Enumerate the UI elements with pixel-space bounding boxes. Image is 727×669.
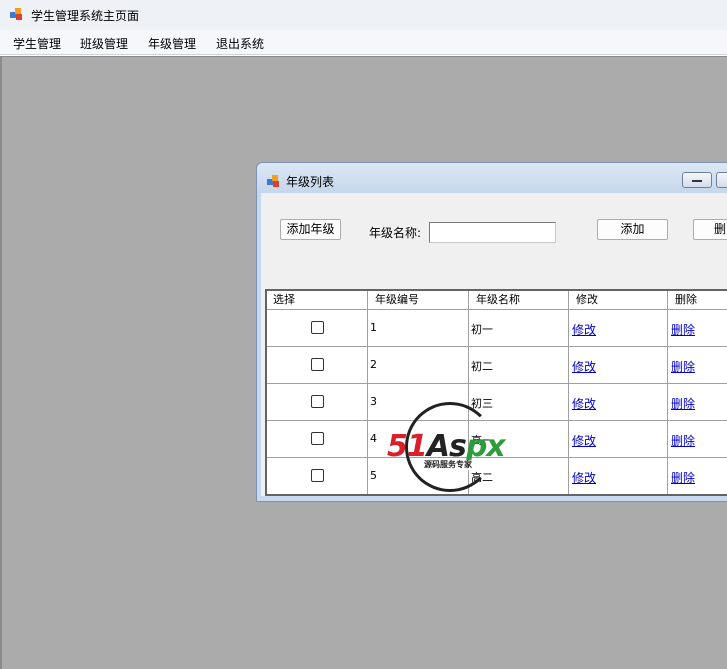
delete-link[interactable]: 删除 xyxy=(671,432,695,449)
minimize-button[interactable] xyxy=(682,172,712,188)
delete-link[interactable]: 删除 xyxy=(671,395,695,412)
add-button[interactable]: 添加 xyxy=(597,219,668,240)
grade-id-cell: 2 xyxy=(368,347,469,384)
grade-list-title-bar[interactable]: 年级列表 xyxy=(257,163,727,193)
minimize-icon xyxy=(692,180,702,182)
grade-list-title: 年级列表 xyxy=(286,175,335,189)
edit-link[interactable]: 修改 xyxy=(572,469,596,486)
edit-cell: 修改 xyxy=(569,347,668,384)
edit-cell: 修改 xyxy=(569,310,668,347)
delete-cell: 删除 xyxy=(668,421,727,458)
grade-id-cell: 5 xyxy=(368,458,469,494)
row-select-checkbox[interactable] xyxy=(311,395,324,408)
main-title-bar: 学生管理系统主页面 xyxy=(0,0,727,30)
edit-link[interactable]: 修改 xyxy=(572,321,596,338)
maximize-button[interactable] xyxy=(716,172,727,188)
edit-cell: 修改 xyxy=(569,421,668,458)
column-header-grade-id[interactable]: 年级编号 xyxy=(368,291,469,310)
edit-link[interactable]: 修改 xyxy=(572,395,596,412)
grade-name: 高二 xyxy=(471,471,493,484)
app-window-icon xyxy=(267,175,281,188)
delete-link[interactable]: 删除 xyxy=(671,358,695,375)
table-row-select-cell xyxy=(267,458,368,494)
grade-id-cell: 1 xyxy=(368,310,469,347)
add-grade-button[interactable]: 添加年级 xyxy=(280,219,341,240)
main-window-title: 学生管理系统主页面 xyxy=(31,9,140,23)
delete-button[interactable]: 删 xyxy=(693,219,727,240)
table-row-select-cell xyxy=(267,310,368,347)
delete-link[interactable]: 删除 xyxy=(671,321,695,338)
menu-item-exit[interactable]: 退出系统 xyxy=(216,35,264,52)
grade-name: 初二 xyxy=(471,360,493,373)
grade-data-grid: 选择 年级编号 年级名称 修改 删除 1 初一 修改 删除 2 初二 修改 删除… xyxy=(265,289,727,496)
delete-cell: 删除 xyxy=(668,384,727,421)
edit-cell: 修改 xyxy=(569,384,668,421)
row-select-checkbox[interactable] xyxy=(311,432,324,445)
delete-link[interactable]: 删除 xyxy=(671,469,695,486)
grade-id-cell: 3 xyxy=(368,384,469,421)
grade-name: 初三 xyxy=(471,397,493,410)
column-header-edit[interactable]: 修改 xyxy=(569,291,668,310)
menu-item-classes[interactable]: 班级管理 xyxy=(80,35,128,52)
grade-id-cell: 4 xyxy=(368,421,469,458)
grade-name-cell: 初一 xyxy=(469,310,569,347)
row-select-checkbox[interactable] xyxy=(311,358,324,371)
edit-link[interactable]: 修改 xyxy=(572,358,596,375)
table-row-select-cell xyxy=(267,421,368,458)
row-select-checkbox[interactable] xyxy=(311,321,324,334)
grade-id: 1 xyxy=(370,321,377,334)
column-header-delete[interactable]: 删除 xyxy=(668,291,727,310)
delete-cell: 删除 xyxy=(668,310,727,347)
grade-list-window: 年级列表 添加年级 年级名称: 添加 删 选择 年级编号 年级名称 修改 删除 … xyxy=(256,162,727,502)
menu-item-grades[interactable]: 年级管理 xyxy=(148,35,196,52)
grade-name-input[interactable] xyxy=(429,222,556,243)
grade-name-cell: 初二 xyxy=(469,347,569,384)
grade-name-cell: 高一 xyxy=(469,421,569,458)
grade-name: 初一 xyxy=(471,323,493,336)
table-row-select-cell xyxy=(267,347,368,384)
grade-name-cell: 高二 xyxy=(469,458,569,494)
grade-id: 5 xyxy=(370,469,377,482)
grade-id: 3 xyxy=(370,395,377,408)
menu-bar: 学生管理 班级管理 年级管理 退出系统 xyxy=(0,30,727,55)
grade-name: 高一 xyxy=(471,434,493,447)
app-window-icon xyxy=(10,8,24,21)
grade-name-label: 年级名称: xyxy=(369,226,422,240)
grade-id: 2 xyxy=(370,358,377,371)
grade-id: 4 xyxy=(370,432,377,445)
edit-cell: 修改 xyxy=(569,458,668,494)
grade-list-client: 添加年级 年级名称: 添加 删 选择 年级编号 年级名称 修改 删除 1 初一 … xyxy=(261,193,727,496)
delete-cell: 删除 xyxy=(668,347,727,384)
column-header-select[interactable]: 选择 xyxy=(267,291,368,310)
delete-cell: 删除 xyxy=(668,458,727,494)
table-row-select-cell xyxy=(267,384,368,421)
edit-link[interactable]: 修改 xyxy=(572,432,596,449)
grade-name-cell: 初三 xyxy=(469,384,569,421)
column-header-grade-name[interactable]: 年级名称 xyxy=(469,291,569,310)
menu-item-students[interactable]: 学生管理 xyxy=(13,35,61,52)
row-select-checkbox[interactable] xyxy=(311,469,324,482)
